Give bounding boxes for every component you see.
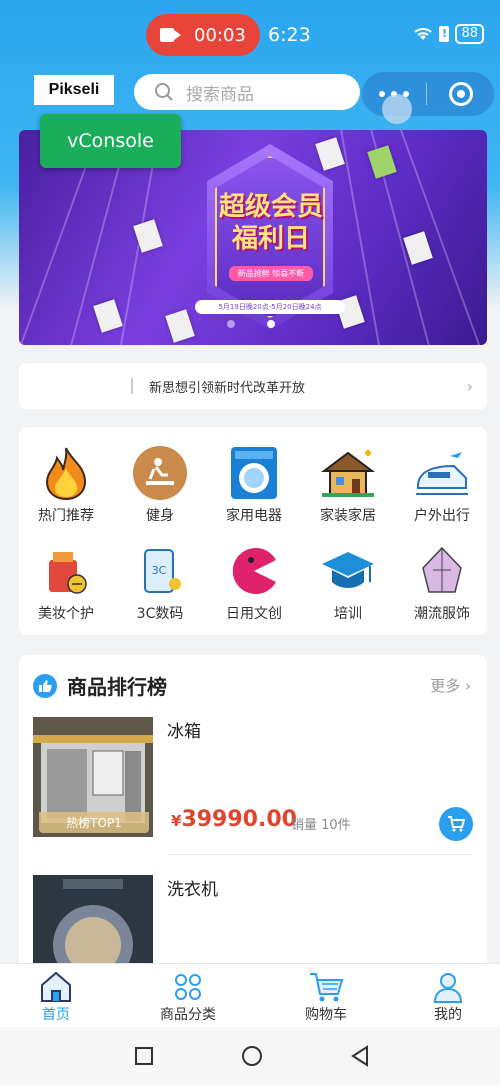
- category-daily[interactable]: 日用文创: [207, 543, 301, 623]
- tab-label: 商品分类: [160, 1007, 216, 1023]
- cart-icon: [276, 970, 376, 1004]
- ranking-header: 商品排行榜: [33, 671, 167, 700]
- pacman-icon: [226, 543, 282, 599]
- notice-divider: [131, 378, 133, 394]
- product-sales: 销量 10件: [291, 818, 351, 833]
- status-bar: 00:03 6:23 ! 88: [0, 0, 500, 70]
- chevron-right-icon: ›: [466, 376, 473, 396]
- back-icon[interactable]: [350, 1045, 370, 1067]
- category-fashion[interactable]: 潮流服饰: [395, 543, 489, 623]
- app-logo[interactable]: Pikseli: [34, 75, 114, 105]
- wifi-icon: [413, 27, 433, 41]
- category-home[interactable]: 家装家居: [301, 445, 395, 525]
- cart-icon: [448, 816, 465, 832]
- category-label: 美妆个护: [38, 606, 94, 622]
- tab-label: 首页: [42, 1007, 70, 1023]
- add-to-cart-button[interactable]: [439, 807, 473, 841]
- category-icon: [138, 970, 238, 1004]
- vconsole-button[interactable]: vConsole: [40, 114, 181, 168]
- status-icons: ! 88: [413, 24, 484, 44]
- category-label: 户外出行: [414, 508, 470, 524]
- banner-pagination: [227, 320, 275, 328]
- home-button-icon[interactable]: [241, 1045, 263, 1067]
- home-icon: [6, 970, 106, 1004]
- battery-level: 88: [455, 24, 484, 44]
- banner-date: 5月19日晚20点-5月20日晚24点: [195, 300, 345, 314]
- banner-title-line2: 福利日: [231, 224, 310, 254]
- banner-dot[interactable]: [227, 320, 235, 328]
- cosmetics-icon: [38, 543, 94, 599]
- house-icon: [320, 445, 376, 501]
- record-time: 00:03: [194, 24, 246, 46]
- category-fitness[interactable]: 健身: [113, 445, 207, 525]
- product-ranking-section: 商品排行榜 更多 › 热榜TOP1 冰箱 ¥39990.00 销量 10件 洗衣…: [19, 655, 487, 985]
- thumbs-up-icon: [33, 673, 57, 698]
- touch-indicator: [382, 94, 412, 124]
- recents-icon[interactable]: [134, 1046, 154, 1066]
- product-price: ¥39990.00: [171, 807, 297, 832]
- more-label: 更多: [430, 677, 461, 695]
- category-training[interactable]: 培训: [301, 543, 395, 623]
- fire-icon: [38, 445, 94, 501]
- notice-bar[interactable]: 新思想引领新时代改革开放 ›: [19, 363, 487, 409]
- category-outdoor[interactable]: 户外出行: [395, 445, 489, 525]
- status-clock: 6:23: [268, 24, 311, 46]
- chevron-right-icon: ›: [465, 677, 471, 695]
- category-label: 健身: [146, 508, 174, 524]
- product-item[interactable]: 热榜TOP1 冰箱 ¥39990.00 销量 10件: [33, 717, 473, 841]
- close-miniprogram-icon[interactable]: [427, 82, 494, 106]
- screen-record-indicator[interactable]: 00:03: [146, 14, 260, 56]
- tab-cart[interactable]: 购物车: [276, 970, 376, 1024]
- camera-icon: [160, 28, 182, 42]
- notice-text: 新思想引领新时代改革开放: [149, 380, 306, 396]
- currency-symbol: ¥: [171, 812, 182, 830]
- tab-home[interactable]: 首页: [6, 970, 106, 1024]
- search-bar[interactable]: 搜索商品: [134, 74, 360, 110]
- product-name[interactable]: 冰箱: [167, 717, 201, 742]
- category-label: 3C数码: [136, 606, 184, 622]
- price-value: 39990.00: [181, 807, 297, 832]
- bottom-tab-bar: 首页 商品分类 购物车 我的: [0, 963, 500, 1027]
- phone-icon: 3C: [132, 543, 188, 599]
- clothes-icon: [414, 543, 470, 599]
- category-label: 热门推荐: [38, 508, 94, 524]
- search-placeholder: 搜索商品: [186, 84, 254, 105]
- category-label: 培训: [334, 606, 362, 622]
- category-appliances[interactable]: 家用电器: [207, 445, 301, 525]
- category-beauty[interactable]: 美妆个护: [19, 543, 113, 623]
- system-navigation-bar: [0, 1027, 500, 1085]
- category-grid: 热门推荐 健身 家用电器 家装家居 户外出行 美妆个护 3C 3C数码 日用文创…: [19, 427, 487, 635]
- graduation-cap-icon: [320, 543, 376, 599]
- category-label: 家用电器: [226, 508, 282, 524]
- product-name[interactable]: 洗衣机: [167, 875, 218, 900]
- alert-icon: !: [439, 26, 450, 42]
- category-label: 潮流服饰: [414, 606, 470, 622]
- train-icon: [414, 445, 470, 501]
- category-digital[interactable]: 3C 3C数码: [113, 543, 207, 623]
- product-badge: 热榜TOP1: [39, 812, 149, 833]
- tab-label: 购物车: [305, 1007, 347, 1023]
- svg-text:3C: 3C: [152, 564, 167, 577]
- category-hot[interactable]: 热门推荐: [19, 445, 113, 525]
- category-label: 家装家居: [320, 508, 376, 524]
- tab-categories[interactable]: 商品分类: [138, 970, 238, 1024]
- search-icon: [155, 83, 173, 101]
- banner-tagline: 新品抢鲜 惊喜不断: [229, 266, 313, 281]
- ranking-title: 商品排行榜: [67, 675, 167, 699]
- banner-dot-active[interactable]: [267, 320, 275, 328]
- product-image[interactable]: 热榜TOP1: [33, 717, 153, 837]
- tab-profile[interactable]: 我的: [398, 970, 498, 1024]
- tab-label: 我的: [434, 1007, 462, 1023]
- fitness-icon: [132, 445, 188, 501]
- ranking-more-link[interactable]: 更多 ›: [430, 675, 471, 696]
- banner-title-line1: 超级会员: [219, 192, 324, 222]
- user-icon: [398, 970, 498, 1004]
- product-divider: [167, 854, 473, 855]
- washing-machine-icon: [226, 445, 282, 501]
- category-label: 日用文创: [226, 606, 282, 622]
